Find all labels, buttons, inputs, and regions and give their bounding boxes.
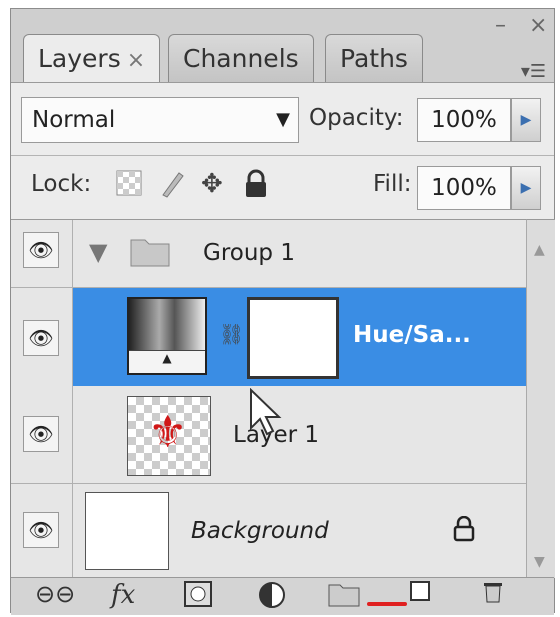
layer-row-pixel[interactable]: 👁 ⚜ Layer 1 [11,386,526,484]
fill-field[interactable]: 100% [417,166,511,210]
disclosure-triangle-icon[interactable]: ▼ [89,238,107,266]
fill-slider-button[interactable]: ▶ [511,166,541,210]
new-layer-icon[interactable] [409,580,433,611]
visibility-cell: 👁 [11,386,73,483]
options-divider [11,155,554,156]
visibility-cell: 👁 [11,220,73,287]
fill-label: Fill: [373,171,412,197]
layer-thumbnail[interactable]: ⚜ [127,396,211,476]
tab-layers[interactable]: Layers × [23,34,161,85]
layer-name-adjustment: Hue/Sa... [353,322,471,348]
annotation-mark [367,602,407,606]
tab-channels[interactable]: Channels [168,34,314,82]
blend-mode-value: Normal [32,107,116,133]
minimize-icon[interactable]: – [495,13,506,38]
layers-panel: Layers × Channels Paths – × ▾☰ Normal ▼ O… [10,8,555,615]
adjustment-layer-icon[interactable] [257,580,287,617]
eye-icon[interactable]: 👁 [23,320,59,356]
eye-icon[interactable]: 👁 [23,232,59,268]
add-mask-icon[interactable] [183,580,213,615]
close-icon[interactable]: × [529,13,547,38]
lock-label: Lock: [31,171,92,197]
layer-name-group: Group 1 [203,240,295,266]
link-icon[interactable]: ⛓ [219,322,244,346]
visibility-cell: 👁 [11,288,73,386]
layer-row-adjustment[interactable]: 👁 ▲ ⛓ Hue/Sa... [11,288,526,386]
opacity-field[interactable]: 100% [417,98,511,142]
tab-paths-label: Paths [340,44,408,73]
layers-scrollbar[interactable]: ▲ ▼ [526,219,555,578]
adjustment-icon: ▲ [129,350,205,373]
adjustment-thumbnail[interactable]: ▲ [127,297,207,375]
lock-all-icon[interactable] [243,169,269,206]
opacity-slider-button[interactable]: ▶ [511,98,541,142]
fleur-de-lis-icon: ⚜ [148,407,188,458]
mouse-cursor-icon [249,387,283,442]
layer-options: Normal ▼ Opacity: 100% ▶ Lock: ✥ Fill: 1… [11,82,554,233]
eye-icon[interactable]: 👁 [23,512,59,548]
lock-transparent-icon[interactable] [115,169,143,204]
panel-footer: ⊖⊖ fx [11,577,554,615]
panel-menu-icon[interactable]: ▾☰ [521,61,546,82]
folder-icon [129,234,171,272]
new-group-icon[interactable] [327,580,361,615]
visibility-cell: 👁 [11,484,73,578]
tab-layers-label: Layers [38,44,121,73]
fx-icon[interactable]: fx [111,580,135,610]
lock-icon [453,515,475,546]
tab-channels-label: Channels [183,44,299,73]
layer-row-group[interactable]: 👁 ▼ Group 1 [11,220,526,288]
scroll-up-icon[interactable]: ▲ [534,242,545,258]
layers-list: 👁 ▼ Group 1 👁 ▲ ⛓ Hue/Sa... 👁 ⚜ Layer 1 … [11,219,526,578]
scroll-down-icon[interactable]: ▼ [534,554,545,570]
blend-mode-select[interactable]: Normal ▼ [21,97,299,143]
lock-move-icon[interactable]: ✥ [201,169,223,199]
delete-icon[interactable] [481,580,505,611]
eye-icon[interactable]: 👁 [23,416,59,452]
panel-tabbar: Layers × Channels Paths – × ▾☰ [11,9,554,85]
background-thumbnail[interactable] [85,492,169,570]
lock-brush-icon[interactable] [157,169,187,206]
layer-name-background: Background [191,518,329,544]
link-layers-icon[interactable]: ⊖⊖ [35,580,75,608]
chevron-down-icon: ▼ [276,109,290,130]
opacity-label: Opacity: [309,105,404,131]
tab-close-icon[interactable]: × [127,48,145,73]
tab-paths[interactable]: Paths [325,34,423,82]
layer-row-background[interactable]: 👁 Background [11,484,526,578]
mask-thumbnail[interactable] [247,297,339,379]
